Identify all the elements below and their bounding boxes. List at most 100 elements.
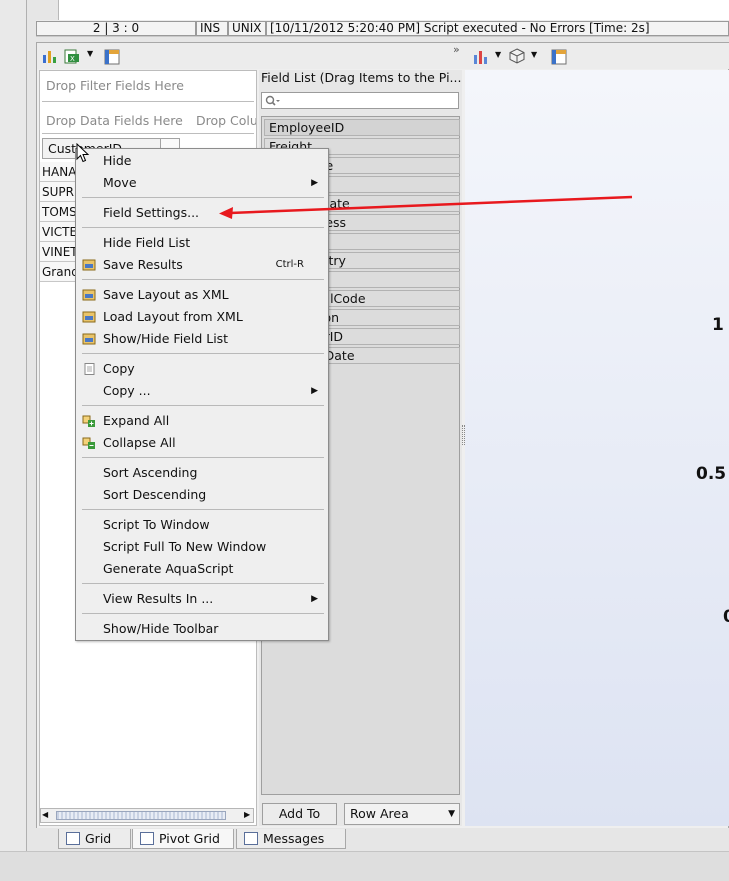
- menu-label: Script To Window: [103, 517, 210, 532]
- menu-item-save-results[interactable]: Save Results Ctrl-R: [77, 254, 328, 276]
- submenu-arrow-icon: ▶: [311, 386, 318, 396]
- axis-tick-label: 0.5: [696, 464, 727, 484]
- menu-label: Expand All: [103, 413, 170, 428]
- collapse-all-icon: [82, 437, 95, 449]
- messages-icon: [244, 832, 258, 845]
- mouse-cursor-icon: [76, 143, 90, 163]
- menu-label: Collapse All: [103, 435, 176, 450]
- menu-item-save-layout[interactable]: Save Layout as XML: [77, 284, 328, 306]
- export-excel-icon[interactable]: X: [64, 48, 80, 64]
- menu-label: Sort Descending: [103, 487, 207, 502]
- row-header: VICTE: [40, 222, 80, 242]
- pivot-table-icon: [140, 832, 154, 845]
- copy-icon: [84, 363, 95, 375]
- pivot-table-icon[interactable]: [104, 49, 120, 65]
- menu-item-sort-descending[interactable]: Sort Descending: [77, 484, 328, 506]
- menu-separator: [82, 613, 324, 614]
- axis-tick-label: 0: [723, 607, 729, 627]
- result-tabs: Grid Pivot Grid Messages: [36, 828, 729, 850]
- menu-label: Copy ...: [103, 383, 151, 398]
- menu-item-script-full-new-window[interactable]: Script Full To New Window: [77, 536, 328, 558]
- pivot-toolbar: X ▼ » ▼ ▼: [37, 43, 729, 69]
- menu-item-sort-ascending[interactable]: Sort Ascending: [77, 462, 328, 484]
- field-list-icon: [82, 333, 96, 345]
- submenu-arrow-icon: ▶: [311, 594, 318, 604]
- chart-icon[interactable]: [42, 48, 58, 64]
- menu-separator: [82, 457, 324, 458]
- menu-item-move[interactable]: Move ▶: [77, 172, 328, 194]
- menu-label: Show/Hide Field List: [103, 331, 229, 346]
- scroll-left-icon[interactable]: ◀: [42, 810, 48, 819]
- menu-label: Load Layout from XML: [103, 309, 243, 324]
- menu-item-hide-field-list[interactable]: Hide Field List: [77, 232, 328, 254]
- menu-label: Sort Ascending: [103, 465, 198, 480]
- row-header: VINET: [40, 242, 80, 262]
- divider: [42, 101, 254, 102]
- add-to-button[interactable]: Add To: [262, 803, 337, 825]
- overflow-chevron-icon[interactable]: »: [453, 43, 460, 56]
- menu-item-view-results-in[interactable]: View Results In ... ▶: [77, 588, 328, 610]
- menu-item-expand-all[interactable]: Expand All: [77, 410, 328, 432]
- menu-separator: [82, 353, 324, 354]
- drop-data-zone[interactable]: Drop Data Fields Here: [46, 113, 183, 128]
- save-icon: [82, 259, 96, 271]
- svg-text:X: X: [70, 55, 75, 63]
- pivot-table-icon[interactable]: [551, 49, 567, 65]
- menu-separator: [82, 509, 324, 510]
- insert-mode: INS: [196, 21, 228, 36]
- field-search-input[interactable]: [261, 92, 459, 109]
- tab-messages[interactable]: Messages: [236, 829, 346, 849]
- search-icon: [265, 95, 280, 106]
- menu-separator: [82, 279, 324, 280]
- menu-label: View Results In ...: [103, 591, 214, 606]
- scroll-thumb[interactable]: [56, 811, 226, 820]
- menu-separator: [82, 227, 324, 228]
- tab-label: Messages: [263, 831, 325, 846]
- tab-grid[interactable]: Grid: [58, 829, 131, 849]
- status-message: [10/11/2012 5:20:40 PM] Script executed …: [266, 21, 729, 36]
- menu-label: Hide Field List: [103, 235, 191, 250]
- menu-label: Save Layout as XML: [103, 287, 229, 302]
- bar-chart-icon[interactable]: [472, 49, 488, 65]
- dropdown-arrow-icon[interactable]: ▼: [495, 50, 501, 59]
- chart-area[interactable]: 1 0.5 0: [465, 70, 729, 826]
- menu-item-generate-aquascript[interactable]: Generate AquaScript: [77, 558, 328, 580]
- grid-icon: [66, 832, 80, 845]
- area-select-value: Row Area: [350, 806, 409, 821]
- context-menu: Hide Move ▶ Field Settings... Hide Field …: [75, 148, 329, 641]
- menu-item-field-settings[interactable]: Field Settings...: [77, 202, 328, 224]
- status-bar: 2 | 3 : 0 INS UNIX [10/11/2012 5:20:40 P…: [36, 20, 729, 37]
- menu-item-copy-submenu[interactable]: Copy ... ▶: [77, 380, 328, 402]
- menu-item-load-layout[interactable]: Load Layout from XML: [77, 306, 328, 328]
- menu-item-show-hide-toolbar[interactable]: Show/Hide Toolbar: [77, 618, 328, 640]
- row-header: SUPR: [40, 182, 80, 202]
- shortcut-label: Ctrl-R: [275, 259, 304, 270]
- menu-label: Hide: [103, 153, 132, 168]
- tab-label: Pivot Grid: [159, 831, 220, 846]
- scroll-right-icon[interactable]: ▶: [244, 810, 250, 819]
- 3d-cube-icon[interactable]: [509, 48, 525, 64]
- menu-label: Copy: [103, 361, 135, 376]
- menu-item-collapse-all[interactable]: Collapse All: [77, 432, 328, 454]
- menu-item-show-hide-field-list[interactable]: Show/Hide Field List: [77, 328, 328, 350]
- drop-filter-zone[interactable]: Drop Filter Fields Here: [46, 78, 184, 93]
- row-header: HANA: [40, 162, 80, 182]
- menu-item-script-to-window[interactable]: Script To Window: [77, 514, 328, 536]
- menu-item-hide[interactable]: Hide: [77, 150, 328, 172]
- menu-separator: [82, 405, 324, 406]
- row-header: TOMS: [40, 202, 80, 222]
- field-list-title: Field List (Drag Items to the Pi...: [261, 70, 461, 85]
- drop-column-zone[interactable]: Drop Colu: [196, 113, 256, 128]
- area-select[interactable]: Row Area ▼: [344, 803, 460, 825]
- dropdown-arrow-icon[interactable]: ▼: [531, 50, 537, 59]
- expand-all-icon: [82, 415, 95, 427]
- dropdown-arrow-icon[interactable]: ▼: [87, 49, 93, 58]
- divider: [42, 133, 254, 134]
- editor-area[interactable]: [58, 0, 729, 20]
- save-layout-icon: [82, 289, 96, 301]
- field-item[interactable]: EmployeeID: [264, 119, 460, 136]
- menu-item-copy[interactable]: Copy: [77, 358, 328, 380]
- menu-label: Field Settings...: [103, 205, 200, 220]
- tab-pivot-grid[interactable]: Pivot Grid: [132, 829, 234, 849]
- horizontal-scrollbar[interactable]: ◀ ▶: [40, 808, 254, 823]
